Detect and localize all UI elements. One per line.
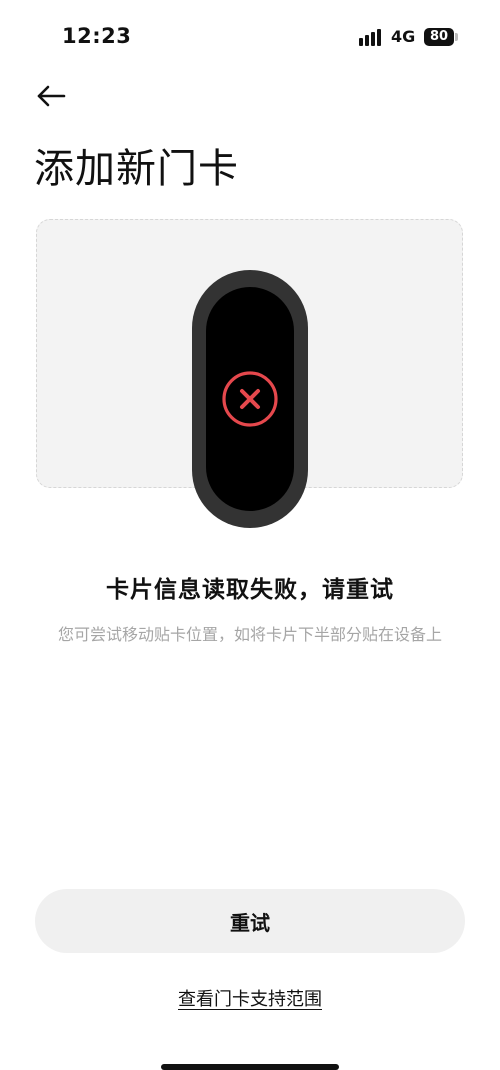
error-x-icon [222,371,278,427]
retry-button[interactable]: 重试 [35,889,465,953]
card-support-range-link[interactable]: 查看门卡支持范围 [0,985,500,1011]
band-icon [192,270,308,528]
back-button[interactable] [34,78,70,114]
back-arrow-icon [37,85,66,107]
error-hint: 您可尝试移动贴卡位置，如将卡片下半部分贴在设备上 [57,625,442,644]
status-time: 12:23 [62,24,132,48]
battery-tip [455,33,458,41]
page-title: 添加新门卡 [34,146,239,192]
network-type: 4G [391,27,416,46]
band-screen [206,287,294,511]
error-title: 卡片信息读取失败，请重试 [106,577,394,603]
home-indicator[interactable] [161,1064,339,1070]
signal-icon [359,29,383,46]
battery-icon: 80 [424,28,454,46]
status-bar: 12:23 4G 80 [0,0,500,70]
